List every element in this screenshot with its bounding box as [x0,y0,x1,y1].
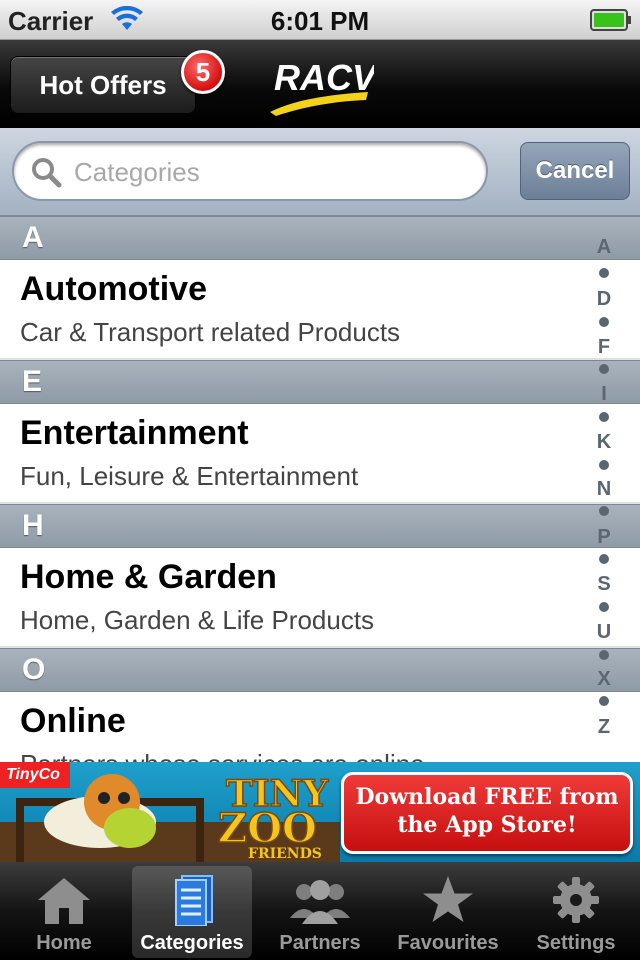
section-header-o: O [0,648,640,692]
category-subtitle: Partners whose services are online [20,741,640,762]
category-title: Online [20,702,126,740]
search-icon [32,158,62,188]
index-dot[interactable] [599,268,609,278]
index-letter-s[interactable]: S [588,573,620,596]
section-index[interactable]: A D F I K N P S U X Z [588,236,620,752]
category-subtitle: Home, Garden & Life Products [20,605,375,635]
index-letter-n[interactable]: N [588,478,620,501]
index-dot[interactable] [599,506,609,516]
partners-icon [290,880,350,924]
category-row-online[interactable]: Online Partners whose services are onlin… [0,692,640,762]
section-header-h: H [0,504,640,548]
index-dot[interactable] [599,364,609,374]
svg-text:RACV: RACV [274,57,374,98]
index-letter-p[interactable]: P [588,526,620,549]
category-list[interactable]: A Automotive Car & Transport related Pro… [0,216,640,762]
category-title: Entertainment [20,414,249,452]
tab-categories[interactable]: Categories [132,866,252,958]
category-row-entertainment[interactable]: Entertainment Fun, Leisure & Entertainme… [0,404,640,504]
gear-icon [553,877,599,923]
clock: 6:01 PM [270,6,370,36]
svg-text:FRIENDS: FRIENDS [248,846,322,862]
index-letter-x[interactable]: X [588,668,620,691]
index-dot[interactable] [599,650,609,660]
category-subtitle: Fun, Leisure & Entertainment [20,461,359,491]
index-letter-f[interactable]: F [588,336,620,359]
tab-label: Partners [279,932,361,954]
index-letter-d[interactable]: D [588,288,620,311]
index-dot[interactable] [599,602,609,612]
download-free-label: Download FREE from the App Store! [355,784,619,838]
tab-label: Categories [140,932,244,954]
tab-partners[interactable]: Partners [260,866,380,958]
tinyco-tag: TinyCo [0,762,70,788]
hot-offers-button[interactable]: Hot Offers [10,56,196,114]
section-header-a: A [0,216,640,260]
index-dot[interactable] [599,412,609,422]
battery-icon [590,9,631,31]
tab-favourites[interactable]: Favourites [388,866,508,958]
hot-offers-badge: 5 [181,50,225,94]
index-letter-z[interactable]: Z [588,716,620,739]
svg-text:ZOO: ZOO [218,805,317,852]
index-dot[interactable] [599,554,609,564]
index-dot[interactable] [599,460,609,470]
tab-label: Settings [536,932,616,954]
status-bar: Carrier 6:01 PM [0,0,640,40]
star-icon [423,876,473,922]
tab-home[interactable]: Home [4,866,124,958]
category-row-home-garden[interactable]: Home & Garden Home, Garden & Life Produc… [0,548,640,648]
index-letter-a[interactable]: A [588,236,620,259]
racv-logo: RACV [270,57,374,116]
index-dot[interactable] [599,317,609,327]
tab-label: Home [36,932,92,954]
search-input[interactable] [74,151,474,193]
categories-icon [175,875,213,926]
tab-label: Favourites [397,932,499,954]
index-letter-u[interactable]: U [588,621,620,644]
index-letter-k[interactable]: K [588,431,620,454]
cancel-button[interactable]: Cancel [520,142,630,200]
category-title: Home & Garden [20,558,277,596]
tab-bar: Home Categories Partners Favourites Sett… [0,862,640,960]
search-bar: Cancel [0,128,640,216]
section-header-e: E [0,360,640,404]
index-letter-i[interactable]: I [588,383,620,406]
tab-settings[interactable]: Settings [516,866,636,958]
ad-banner[interactable]: TINY ZOO FRIENDS TinyCo Download FREE fr… [0,762,640,862]
category-subtitle: Car & Transport related Products [20,317,401,347]
navigation-bar: Hot Offers 5 RACV [0,40,640,128]
index-dot[interactable] [599,696,609,706]
download-free-button[interactable]: Download FREE from the App Store! [341,772,633,854]
home-icon [38,878,90,924]
category-title: Automotive [20,270,207,308]
category-row-automotive[interactable]: Automotive Car & Transport related Produ… [0,260,640,360]
search-field[interactable] [12,141,488,201]
